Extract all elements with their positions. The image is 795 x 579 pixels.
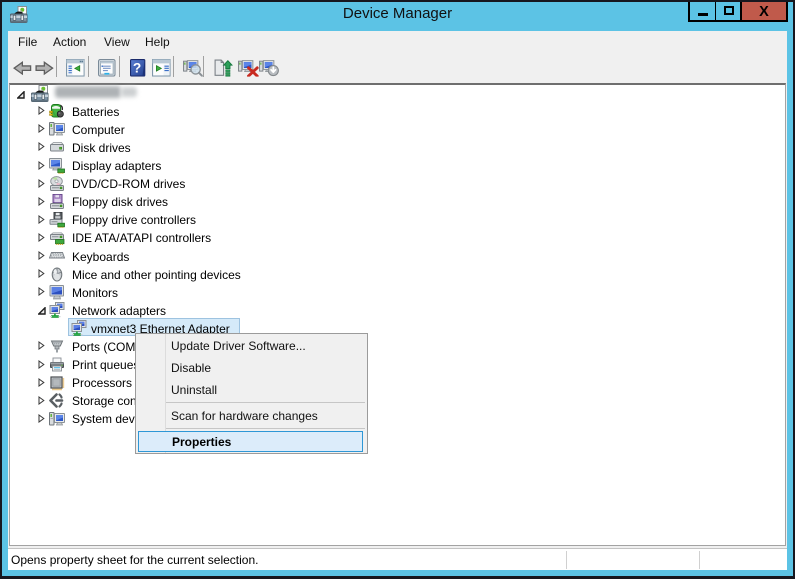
svg-text:?: ?: [133, 60, 141, 75]
